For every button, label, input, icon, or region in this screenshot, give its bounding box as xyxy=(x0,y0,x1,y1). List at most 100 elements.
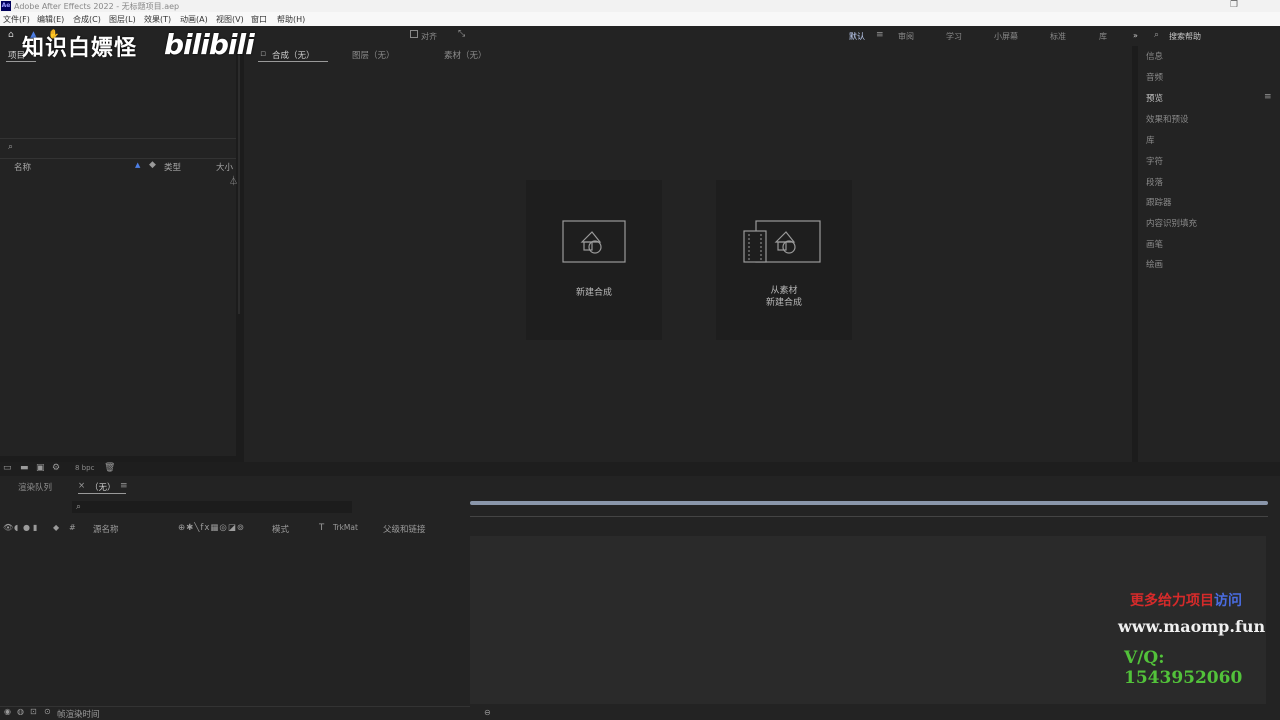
label-tag-icon[interactable]: ◆ xyxy=(149,160,156,170)
panel-audio[interactable]: 音频 xyxy=(1146,71,1163,83)
workspace-review[interactable]: 审阅 xyxy=(898,31,914,42)
footage-composition-icon xyxy=(743,220,821,263)
panel-paint[interactable]: 绘画 xyxy=(1146,258,1163,270)
panel-preview[interactable]: 预览 xyxy=(1146,92,1163,104)
menu-help[interactable]: 帮助(H) xyxy=(277,14,305,25)
layer-number-icon[interactable]: # xyxy=(69,523,76,532)
trash-icon[interactable]: 🗑 xyxy=(104,463,115,473)
menu-layer[interactable]: 图层(L) xyxy=(109,14,136,25)
search-icon[interactable]: ⌕ xyxy=(8,142,13,152)
home-icon[interactable]: ⌂ xyxy=(8,30,14,40)
search-help-input[interactable]: 搜索帮助 xyxy=(1169,31,1201,42)
promo-contact: V/Q: 1543952060 xyxy=(1124,648,1243,688)
workspace-menu-icon[interactable]: ≡ xyxy=(876,30,884,40)
column-mode[interactable]: 模式 xyxy=(272,523,289,535)
lock-icon[interactable]: ▫ xyxy=(260,49,266,59)
column-type[interactable]: 类型 xyxy=(164,161,181,173)
time-ruler[interactable] xyxy=(470,516,1268,517)
bit-depth-label[interactable]: 8 bpc xyxy=(75,464,94,472)
panel-effects-presets[interactable]: 效果和预设 xyxy=(1146,113,1189,125)
new-comp-from-footage-card[interactable]: 从素材 新建合成 xyxy=(716,180,852,340)
snap-options-icon[interactable]: ⤡ xyxy=(458,29,465,39)
layer-switches-icons[interactable]: ⊕✱╲fx▦◎◪⊚ xyxy=(178,523,245,533)
timeline-search-field[interactable] xyxy=(72,501,352,513)
workspace-default[interactable]: 默认 xyxy=(849,31,865,42)
divider xyxy=(0,706,470,707)
workspace-standard[interactable]: 标准 xyxy=(1050,31,1066,42)
work-area-bar[interactable] xyxy=(470,501,1268,505)
column-name[interactable]: 名称 xyxy=(14,161,31,173)
project-panel: 项目 ⌕ 名称 ▲ ◆ 类型 大小 ⏃ xyxy=(0,46,238,456)
column-source-name[interactable]: 源名称 xyxy=(93,523,119,535)
flowchart-icon[interactable]: ⏃ xyxy=(229,174,238,187)
more-workspaces-icon[interactable]: » xyxy=(1133,31,1138,40)
panel-paragraph[interactable]: 段落 xyxy=(1146,176,1163,188)
panel-menu-icon[interactable]: ≡ xyxy=(1264,92,1272,102)
snap-label: 对齐 xyxy=(421,32,437,41)
menu-edit[interactable]: 编辑(E) xyxy=(37,14,64,25)
toggle-switches-icon[interactable]: ◉ xyxy=(4,707,11,716)
title-bar: Ae Adobe After Effects 2022 - 无标题项目.aep … xyxy=(0,0,1280,12)
workspace-small-screen[interactable]: 小屏幕 xyxy=(994,31,1018,42)
panel-library[interactable]: 库 xyxy=(1146,134,1155,146)
composition-panel: ▫ 合成（无） 图层（无） 素材（无） 新建合成 从素材 新建合成 xyxy=(244,46,1132,464)
menu-effect[interactable]: 效果(T) xyxy=(144,14,171,25)
promo-text: 更多给力项目访问 xyxy=(1130,590,1242,610)
close-tab-icon[interactable]: × xyxy=(78,481,85,491)
panel-character[interactable]: 字符 xyxy=(1146,155,1163,167)
workspace-library[interactable]: 库 xyxy=(1099,31,1107,42)
snap-checkbox[interactable] xyxy=(410,30,418,38)
panel-brushes[interactable]: 画笔 xyxy=(1146,238,1163,250)
menu-view[interactable]: 视图(V) xyxy=(216,14,244,25)
panel-tracker[interactable]: 跟踪器 xyxy=(1146,196,1172,208)
frame-render-time-label: 帧渲染时间 xyxy=(57,710,100,720)
sort-up-icon[interactable]: ▲ xyxy=(135,161,140,169)
menu-animation[interactable]: 动画(A) xyxy=(180,14,208,25)
menu-window[interactable]: 窗口 xyxy=(251,14,267,25)
menu-file[interactable]: 文件(F) xyxy=(3,14,30,25)
column-trkmat[interactable]: TrkMat xyxy=(333,523,358,532)
interpret-footage-icon[interactable]: ▭ xyxy=(3,463,12,473)
panel-info[interactable]: 信息 xyxy=(1146,50,1163,62)
from-footage-label-line1: 从素材 xyxy=(770,286,798,296)
tab-composition[interactable]: 合成（无） xyxy=(272,49,315,61)
audio-icon[interactable]: ◖ xyxy=(14,523,18,532)
new-folder-icon[interactable]: ▬ xyxy=(20,463,29,473)
column-t[interactable]: T xyxy=(319,523,324,533)
restore-window-button[interactable]: ❐ xyxy=(1230,0,1238,10)
column-size[interactable]: 大小 xyxy=(216,161,233,173)
toggle-modes-icon[interactable]: ◍ xyxy=(17,707,24,716)
new-composition-icon xyxy=(562,220,626,263)
render-time-icon[interactable]: ⊙ xyxy=(44,707,51,716)
tab-footage[interactable]: 素材（无） xyxy=(444,49,487,61)
new-composition-icon[interactable]: ▣ xyxy=(36,463,45,473)
project-settings-icon[interactable]: ⚙ xyxy=(52,463,60,473)
label-tag-icon[interactable]: ◆ xyxy=(53,523,59,532)
tab-timeline-none[interactable]: （无） xyxy=(90,481,116,493)
tab-render-queue[interactable]: 渲染队列 xyxy=(18,481,52,493)
panel-content-aware-fill[interactable]: 内容识别填充 xyxy=(1146,217,1197,229)
promo-text-red: 更多给力项目 xyxy=(1130,593,1214,609)
workspace-learn[interactable]: 学习 xyxy=(946,31,962,42)
menu-bar: 文件(F) 编辑(E) 合成(C) 图层(L) 效果(T) 动画(A) 视图(V… xyxy=(0,12,1280,26)
panel-menu-icon[interactable]: ≡ xyxy=(120,481,128,491)
channel-watermark: 知识白嫖怪 xyxy=(22,36,138,61)
zoom-slider-icon[interactable]: ⊖ xyxy=(484,708,491,717)
promo-text-blue: 访问 xyxy=(1214,593,1242,609)
search-icon: ⌕ xyxy=(1154,30,1160,40)
panel-splitter[interactable] xyxy=(238,46,240,314)
from-footage-label-line2: 新建合成 xyxy=(765,298,802,308)
tab-layer[interactable]: 图层（无） xyxy=(352,49,395,61)
toggle-in-out-icon[interactable]: ⊡ xyxy=(30,707,37,716)
solo-icon[interactable]: ● xyxy=(23,523,30,532)
window-title: Adobe After Effects 2022 - 无标题项目.aep xyxy=(14,2,180,11)
lock-icon[interactable]: ▮ xyxy=(33,523,37,532)
column-parent-link[interactable]: 父级和链接 xyxy=(383,523,426,535)
video-visibility-icon[interactable]: 👁 xyxy=(3,523,13,532)
promo-url: www.maomp.fun xyxy=(1118,617,1266,636)
menu-composition[interactable]: 合成(C) xyxy=(73,14,101,25)
divider xyxy=(0,138,236,139)
project-footer-bar: ▭ ▬ ▣ ⚙ 8 bpc 🗑 xyxy=(0,462,1280,476)
new-composition-card[interactable]: 新建合成 xyxy=(526,180,662,340)
ae-logo-icon: Ae xyxy=(1,1,11,11)
